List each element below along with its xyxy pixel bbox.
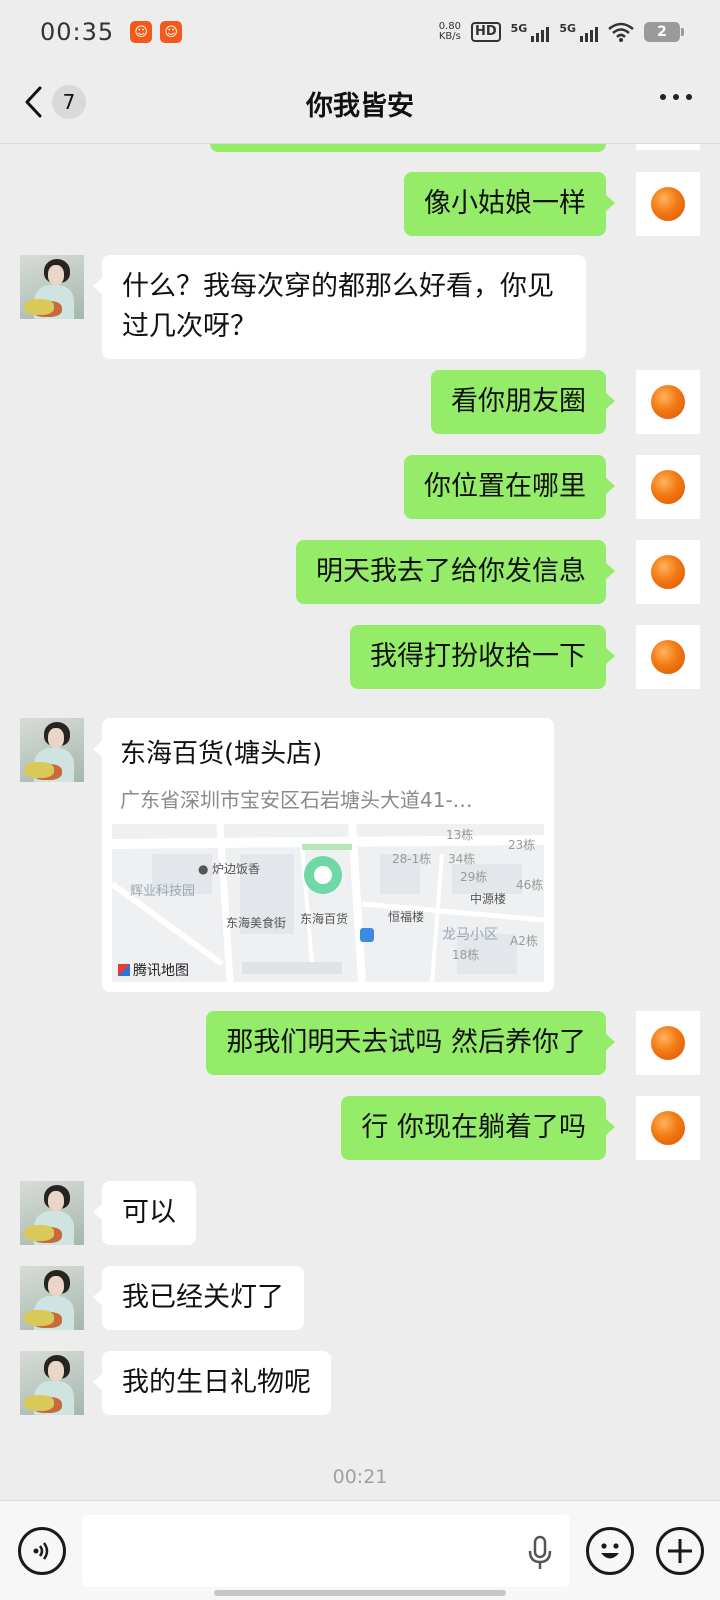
- location-address: 广东省深圳市宝安区石岩塘头大道41-…: [120, 788, 473, 812]
- message-bubble-mine[interactable]: 像小姑娘一样: [404, 172, 615, 236]
- emoji-icon: [601, 1543, 619, 1559]
- voice-icon: [33, 1542, 49, 1560]
- map-brand: 腾讯地图: [118, 960, 189, 980]
- my-avatar[interactable]: [636, 1096, 700, 1160]
- message-bubble-mine[interactable]: 你位置在哪里: [404, 455, 615, 519]
- my-avatar[interactable]: [636, 144, 700, 150]
- my-avatar[interactable]: [636, 455, 700, 519]
- map-label: 龙马小区: [442, 927, 498, 943]
- more-dots-icon: [660, 94, 666, 100]
- tencent-map-logo-icon: [118, 964, 130, 976]
- unread-count-badge: 7: [52, 85, 86, 119]
- status-indicators: 0.80 KB/s HD 5G 5G 2: [439, 22, 684, 42]
- message-bubble-theirs[interactable]: 什么？我每次穿的都那么好看，你见过几次呀？: [93, 255, 586, 359]
- map-brand-label: 腾讯地图: [133, 963, 189, 979]
- message-bubble-theirs[interactable]: 我已经关灯了: [93, 1266, 304, 1330]
- message-bubble-mine[interactable]: 我得打扮收拾一下: [350, 625, 615, 689]
- mic-icon[interactable]: [526, 1535, 554, 1571]
- orange-avatar-icon: [651, 187, 685, 221]
- map-label: 46栋: [516, 878, 544, 892]
- message-bubble-mine[interactable]: 那我们明天去试吗 然后养你了: [206, 1011, 615, 1075]
- contact-avatar[interactable]: [20, 1351, 84, 1415]
- contact-avatar[interactable]: [20, 718, 84, 782]
- my-avatar[interactable]: [636, 540, 700, 604]
- wifi-icon: [608, 22, 634, 42]
- plus-icon: [668, 1539, 692, 1563]
- orange-avatar-icon: [651, 470, 685, 504]
- hd-icon: HD: [470, 22, 501, 42]
- sim2-label: 5G: [559, 22, 576, 35]
- chat-header: 7 你我皆安: [0, 64, 720, 144]
- my-avatar[interactable]: [636, 172, 700, 236]
- net-speed: 0.80 KB/s: [439, 22, 461, 42]
- map-label: 恒福楼: [388, 910, 425, 924]
- status-bar: 00:35 ☺ ☺ 0.80 KB/s HD 5G 5G 2: [0, 0, 720, 64]
- location-pin-icon: [304, 856, 342, 894]
- map-label: 炉边饭香: [212, 862, 261, 876]
- message-bubble-theirs[interactable]: 我的生日礼物呢: [93, 1351, 331, 1415]
- map-label: 28-1栋: [392, 852, 432, 866]
- chevron-left-icon: [25, 86, 42, 118]
- home-indicator[interactable]: [214, 1590, 506, 1596]
- sim1-label: 5G: [510, 22, 528, 35]
- message-timestamp: 00:21: [332, 1466, 388, 1488]
- back-button[interactable]: 7: [22, 84, 86, 120]
- map-label: 23栋: [508, 838, 536, 852]
- notification-icons: ☺ ☺: [130, 21, 183, 43]
- contact-avatar[interactable]: [20, 1266, 84, 1330]
- battery-icon: 2: [644, 22, 684, 42]
- location-card[interactable]: 东海百货(塘头店) 广东省深圳市宝安区石岩塘头大道41-… ● 炉边饭香 辉业科…: [93, 718, 554, 992]
- contact-avatar[interactable]: [20, 1181, 84, 1245]
- location-title: 东海百货(塘头店): [120, 739, 323, 769]
- orange-avatar-icon: [651, 640, 685, 674]
- more-functions-button[interactable]: [656, 1527, 704, 1575]
- message-bubble-theirs[interactable]: 可以: [93, 1181, 196, 1245]
- kuaishou-app-icon: ☺: [130, 21, 153, 43]
- map-label: 中源楼: [470, 892, 507, 906]
- status-time: 00:35: [40, 18, 115, 46]
- message-list[interactable]: 像小姑娘一样 什么？我每次穿的都那么好看，你见过几次呀？ 看你朋友圈 你位置在哪…: [0, 144, 720, 1500]
- net-speed-unit: KB/s: [438, 31, 461, 42]
- message-bubble-mine[interactable]: 行 你现在躺着了吗: [341, 1096, 615, 1160]
- message-input[interactable]: [82, 1515, 570, 1587]
- orange-avatar-icon: [651, 1026, 685, 1060]
- signal-sim2-icon: 5G: [559, 22, 598, 42]
- chat-title: 你我皆安: [306, 91, 414, 122]
- map-label: 18栋: [452, 948, 480, 962]
- map-poi-icon: ●: [198, 862, 209, 876]
- contact-avatar[interactable]: [20, 255, 84, 319]
- message-bubble-mine[interactable]: 明天我去了给你发信息: [296, 540, 615, 604]
- metro-icon: [360, 928, 374, 942]
- input-bar: [0, 1500, 720, 1600]
- kuaishou-lite-app-icon: ☺: [160, 21, 183, 43]
- orange-avatar-icon: [651, 385, 685, 419]
- my-avatar[interactable]: [636, 625, 700, 689]
- map-label: 34栋: [448, 852, 476, 866]
- map-label: A2栋: [510, 934, 538, 948]
- map-label: 13栋: [446, 828, 474, 842]
- map-label: 29栋: [460, 870, 488, 884]
- signal-sim1-icon: 5G: [511, 22, 550, 42]
- map-label: 东海美食街: [226, 916, 287, 930]
- my-avatar[interactable]: [636, 370, 700, 434]
- my-avatar[interactable]: [636, 1011, 700, 1075]
- orange-avatar-icon: [651, 555, 685, 589]
- emoji-button[interactable]: [586, 1527, 634, 1575]
- more-button[interactable]: [660, 94, 692, 100]
- message-bubble-partial[interactable]: [210, 144, 606, 152]
- message-bubble-mine[interactable]: 看你朋友圈: [431, 370, 615, 434]
- map-label: 辉业科技园: [130, 884, 196, 899]
- location-map[interactable]: ● 炉边饭香 辉业科技园 东海美食街 东海百货 恒福楼 中源楼 龙马小区 13栋…: [112, 824, 544, 982]
- orange-avatar-icon: [651, 1111, 685, 1145]
- voice-button[interactable]: [18, 1527, 66, 1575]
- map-label: 东海百货: [300, 912, 349, 926]
